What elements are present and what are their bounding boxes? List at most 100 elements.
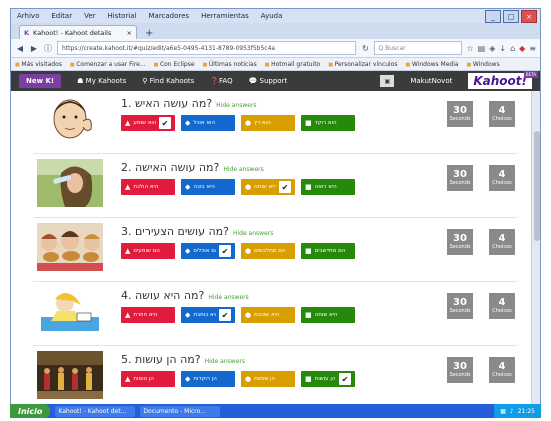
- bookmark-item[interactable]: Últimas noticias: [203, 61, 257, 68]
- choices-label: Choices: [492, 372, 512, 378]
- new-kahoot-button[interactable]: New K!: [19, 74, 62, 88]
- answer-green[interactable]: ■ היא רואה: [301, 179, 355, 195]
- diamond-icon: ◆: [185, 311, 191, 319]
- bookmark-icon[interactable]: ▤: [478, 44, 486, 53]
- answer-text: היא חוזרת: [133, 312, 158, 318]
- bookmark-item[interactable]: Windows Media: [406, 61, 459, 68]
- answer-green[interactable]: ■ הם מתיישבים: [301, 243, 355, 259]
- answer-green[interactable]: ■ הוא רוקד: [301, 115, 355, 131]
- answer-green[interactable]: ■ הן עושות ✔: [301, 371, 355, 387]
- answer-yellow[interactable]: ● היא שותה ✔: [241, 179, 295, 195]
- answer-blue[interactable]: ◆ הם אוכלים ✔: [181, 243, 235, 259]
- new-tab-button[interactable]: +: [141, 28, 157, 39]
- check-icon: ✔: [219, 309, 231, 321]
- menu-editar[interactable]: Editar: [51, 12, 72, 20]
- bookmark-item[interactable]: Personalizar vínculos: [328, 61, 398, 68]
- menu-archivo[interactable]: Arhivo: [17, 12, 39, 20]
- answer-red[interactable]: ▲ היא הולכת: [121, 179, 175, 195]
- taskbar-item-firefox[interactable]: Kahoot! - Kahoot det...: [55, 405, 136, 417]
- hide-answers-link[interactable]: Hide answers: [216, 102, 256, 109]
- answer-blue[interactable]: ◆ הוא אוכל: [181, 115, 235, 131]
- square-icon: ■: [305, 119, 312, 127]
- network-icon[interactable]: ▦: [500, 408, 506, 415]
- choices-label: Choices: [492, 180, 512, 186]
- answers-row: ▲ הן טוסות ◆ הן רוקדות ● הן שותות ■ הן עושות…: [121, 371, 355, 387]
- answer-yellow[interactable]: ● היא שוכבת: [241, 307, 295, 323]
- shield-icon[interactable]: ◆: [519, 44, 525, 53]
- circle-icon: ●: [245, 247, 252, 255]
- scrollbar-thumb[interactable]: [534, 131, 540, 241]
- avatar[interactable]: ▣: [380, 75, 395, 87]
- faq-link[interactable]: ❓FAQ: [210, 77, 232, 85]
- find-kahoots-link[interactable]: ⚲ Find Kahoots: [142, 77, 194, 85]
- hide-answers-link[interactable]: Hide answers: [208, 294, 248, 301]
- volume-icon[interactable]: ♪: [510, 408, 514, 415]
- bookmark-item[interactable]: Con Eclipse: [154, 61, 195, 68]
- hide-answers-link[interactable]: Hide answers: [233, 230, 273, 237]
- user-menu[interactable]: MakutNovot: [410, 77, 452, 85]
- answer-red[interactable]: ▲ היא חוזרת: [121, 307, 175, 323]
- menu-marcadores[interactable]: Marcadores: [148, 12, 189, 20]
- search-input[interactable]: Q Buscar: [374, 41, 463, 55]
- hide-answers-link[interactable]: Hide answers: [223, 166, 263, 173]
- hide-answers-link[interactable]: Hide answers: [205, 358, 245, 365]
- question-title: 4. מה היא עושה? Hide answers: [121, 289, 249, 302]
- choices-label: Choices: [492, 116, 512, 122]
- answer-yellow[interactable]: ● הוא רץ: [241, 115, 295, 131]
- bookmark-item[interactable]: Windows: [467, 61, 500, 68]
- clock: 21:25: [517, 407, 535, 415]
- seconds-badge: 30 Seconds: [447, 293, 473, 319]
- back-icon[interactable]: ◀: [15, 44, 25, 53]
- answer-blue[interactable]: ◆ היא בוכה: [181, 179, 235, 195]
- star-icon[interactable]: ☆: [466, 44, 473, 53]
- check-icon: ✔: [339, 373, 351, 385]
- answer-yellow[interactable]: ● הם מתלבשים: [241, 243, 295, 259]
- question-image-women-dancing: [37, 351, 103, 399]
- answer-blue[interactable]: ◆ היא כותבת ✔: [181, 307, 235, 323]
- menu-ayuda[interactable]: Ayuda: [261, 12, 283, 20]
- square-icon: ■: [305, 247, 312, 255]
- bookmark-item[interactable]: Más visitados: [15, 61, 62, 68]
- minimize-icon[interactable]: _: [485, 10, 501, 23]
- question-title: 5. מה הן עושות? Hide answers: [121, 353, 245, 366]
- url-bar[interactable]: https://create.kahoot.it/#quiz/edit/a6e5…: [57, 41, 357, 55]
- answer-red[interactable]: ▲ הם שומעים: [121, 243, 175, 259]
- bookmark-item[interactable]: Comenzar a usar Fire...: [70, 61, 145, 68]
- triangle-icon: ▲: [125, 375, 131, 383]
- question-number: 4.: [121, 289, 132, 302]
- download-icon[interactable]: ↓: [499, 44, 506, 53]
- tab-close-icon[interactable]: ×: [127, 29, 132, 37]
- answer-red[interactable]: ▲ הן טוסות: [121, 371, 175, 387]
- menu-historial[interactable]: Historial: [108, 12, 137, 20]
- bookmark-item[interactable]: Hotmail gratuito: [265, 61, 320, 68]
- tab-kahoot[interactable]: K Kahoot! - Kahoot details ×: [19, 25, 137, 39]
- taskbar-item-word[interactable]: Documento - Micro...: [140, 405, 221, 417]
- answer-yellow[interactable]: ● הן שותות: [241, 371, 295, 387]
- answer-red[interactable]: ▲ הוא שומע ✔: [121, 115, 175, 131]
- forward-icon[interactable]: ▶: [29, 44, 39, 53]
- menu-ver[interactable]: Ver: [84, 12, 95, 20]
- kahoot-logo: Kahoot!: [468, 73, 532, 89]
- home-icon[interactable]: ⌂: [510, 44, 515, 53]
- pocket-icon[interactable]: ◈: [489, 44, 495, 53]
- info-icon[interactable]: ⓘ: [43, 43, 53, 54]
- reload-icon[interactable]: ↻: [360, 44, 370, 53]
- seconds-label: Seconds: [449, 180, 471, 186]
- menu-icon[interactable]: ≡: [529, 44, 536, 53]
- start-button[interactable]: Inicio: [10, 404, 51, 418]
- my-kahoots-link[interactable]: ☗ My Kahoots: [77, 77, 126, 85]
- user-icon: ☗: [77, 77, 86, 85]
- seconds-value: 30: [453, 105, 467, 116]
- answer-green[interactable]: ■ היא שותה: [301, 307, 355, 323]
- seconds-label: Seconds: [449, 308, 471, 314]
- answer-text: הוא אוכל: [193, 120, 216, 126]
- menu-herramientas[interactable]: Herramientas: [201, 12, 249, 20]
- maximize-icon[interactable]: □: [503, 10, 519, 23]
- diamond-icon: ◆: [185, 119, 191, 127]
- vertical-scrollbar[interactable]: [531, 91, 540, 410]
- system-tray: ▦ ♪ 21:25: [494, 404, 541, 418]
- support-link[interactable]: 💬 Support: [249, 77, 288, 85]
- close-icon[interactable]: ×: [521, 10, 537, 23]
- answer-blue[interactable]: ◆ הן רוקדות: [181, 371, 235, 387]
- answer-text: הם מתיישבים: [314, 248, 346, 254]
